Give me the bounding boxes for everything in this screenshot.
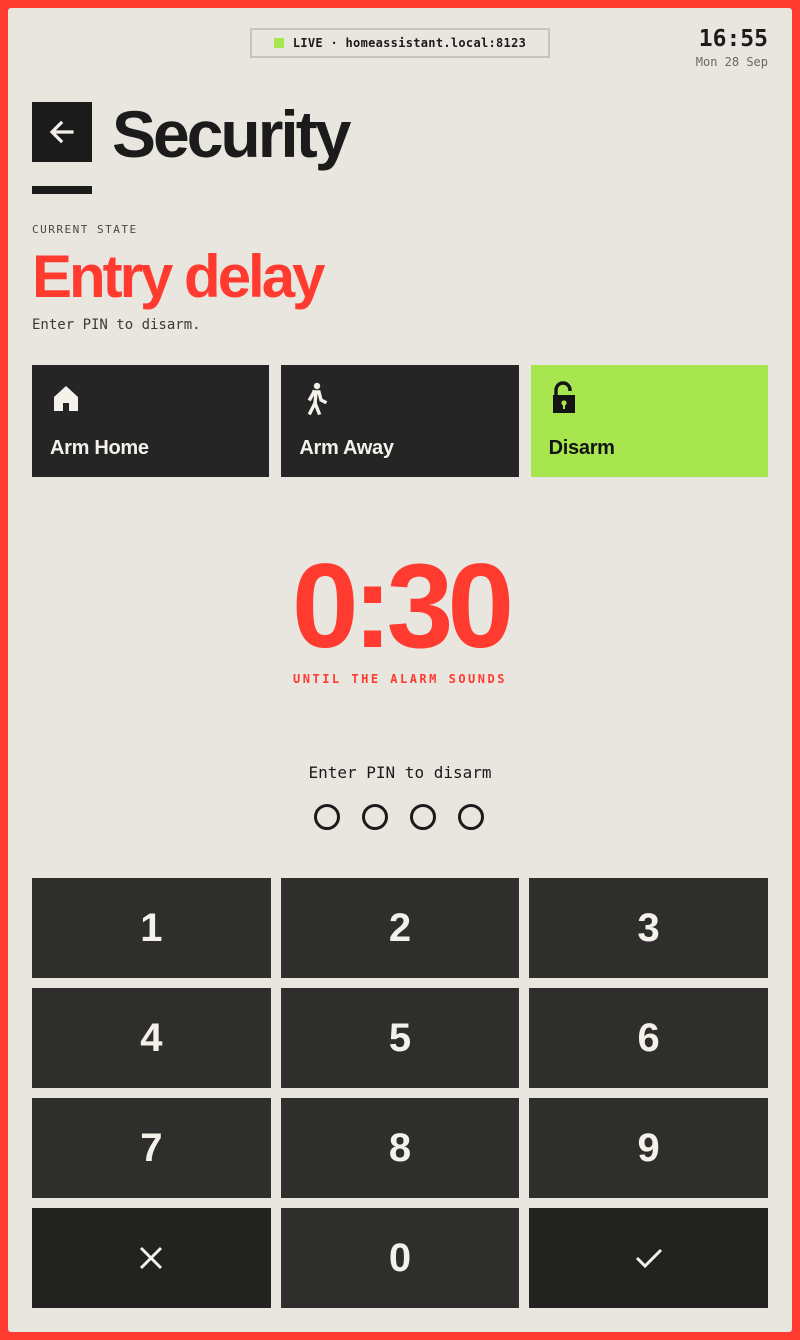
pin-prompt: Enter PIN to disarm: [308, 763, 492, 782]
pin-indicator: [314, 804, 484, 830]
arrow-left-icon: [49, 120, 74, 144]
key-4[interactable]: 4: [32, 988, 271, 1088]
key-8[interactable]: 8: [280, 1098, 520, 1198]
key-5[interactable]: 5: [280, 988, 520, 1088]
pin-keypad: 1 2 3 4 5 6 7 8 9 0: [32, 878, 768, 1308]
state-hint: Enter PIN to disarm.: [32, 317, 201, 333]
connection-status: LIVE · homeassistant.local:8123: [250, 28, 550, 58]
key-6[interactable]: 6: [529, 988, 768, 1088]
current-state-value: Entry delay: [32, 243, 325, 310]
confirm-pin-button[interactable]: [529, 1208, 768, 1308]
home-icon: [54, 386, 78, 411]
key-1[interactable]: 1: [32, 878, 271, 978]
current-state-label: CURRENT STATE: [32, 223, 138, 236]
key-0[interactable]: 0: [280, 1208, 520, 1308]
key-9[interactable]: 9: [529, 1098, 768, 1198]
live-indicator-icon: [273, 38, 284, 48]
key-7[interactable]: 7: [32, 1098, 271, 1198]
pin-dot: [314, 804, 340, 830]
countdown-timer: 0:30: [291, 539, 514, 673]
arm-away-button[interactable]: Arm Away: [281, 365, 519, 477]
close-icon: [140, 1246, 163, 1270]
key-3[interactable]: 3: [529, 878, 768, 978]
key-2[interactable]: 2: [280, 878, 520, 978]
disarm-button[interactable]: Disarm: [530, 365, 768, 477]
unlocked-padlock-icon: [552, 381, 575, 413]
title-underline: [32, 186, 92, 194]
connection-status-text: LIVE · homeassistant.local:8123: [292, 36, 527, 50]
mode-buttons: Arm Home Arm Away Disarm: [32, 365, 768, 477]
page-title: Security: [112, 97, 351, 171]
app-frame: LIVE · homeassistant.local:8123 16:55 Mo…: [8, 8, 792, 1332]
disarm-label: Disarm: [548, 437, 615, 459]
clock: 16:55 Mon 28 Sep: [696, 26, 768, 69]
pin-dot: [458, 804, 484, 830]
pin-dot: [410, 804, 436, 830]
back-button[interactable]: [32, 102, 92, 162]
checkmark-icon: [635, 1248, 662, 1269]
countdown-caption: UNTIL THE ALARM SOUNDS: [293, 672, 507, 686]
pin-dot: [362, 804, 388, 830]
clock-date: Mon 28 Sep: [695, 55, 768, 69]
arm-home-label: Arm Home: [50, 437, 149, 459]
clear-pin-button[interactable]: [32, 1208, 271, 1308]
clock-time: 16:55: [698, 26, 768, 52]
walking-person-icon: [308, 382, 328, 415]
arm-away-label: Arm Away: [299, 437, 394, 459]
arm-home-button[interactable]: Arm Home: [32, 365, 270, 477]
